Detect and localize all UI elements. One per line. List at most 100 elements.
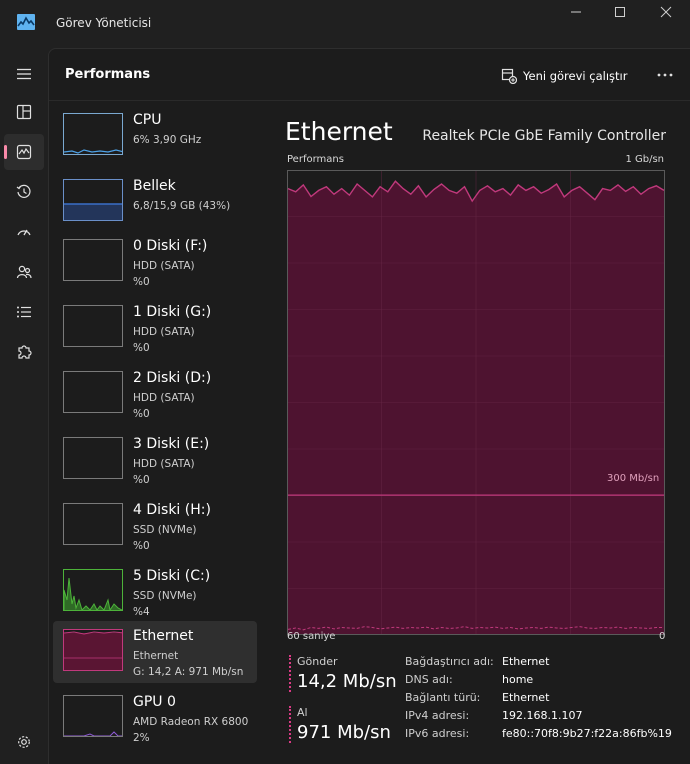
perf-item-detail: AMD Radeon RX 6800 [133,716,249,728]
graph-zero-label: 0 [659,631,666,642]
perf-item-detail: 6,8/15,9 GB (43%) [133,200,231,212]
details-list-icon [17,306,31,318]
info-row-dns: DNS adı: home [405,673,685,689]
perf-item-name: 0 Diski (F:) [133,238,208,254]
title-bar: Görev Yöneticisi [0,0,690,48]
nav-startup-apps-button[interactable] [4,214,44,250]
perf-item-name: Ethernet [133,628,194,644]
perf-item-name: Bellek [133,178,176,194]
close-icon[interactable] [654,4,678,20]
hamburger-icon [17,68,31,80]
perf-item-2[interactable]: 0 Diski (F:) HDD (SATA) %0 [53,231,257,293]
nav-performance-button[interactable] [4,134,44,170]
nav-app-history-button[interactable] [4,174,44,210]
perf-item-detail: HDD (SATA) [133,458,195,470]
perf-thumbnail [63,629,123,671]
hamburger-menu-button[interactable] [4,56,44,92]
info-row-ipv6: IPv6 adresi: fe80::70f8:9b27:f22a:86fb%19 [405,727,685,743]
perf-item-7[interactable]: 5 Diski (C:) SSD (NVMe) %4 [53,561,257,623]
info-row-adapter: Bağdaştırıcı adı: Ethernet [405,655,685,671]
puzzle-icon [18,345,32,359]
info-row-ipv4: IPv4 adresi: 192.168.1.107 [405,709,685,725]
nav-users-button[interactable] [4,254,44,290]
maximize-icon[interactable] [608,4,632,20]
more-options-icon[interactable] [653,63,677,87]
send-value: 14,2 Mb/sn [297,671,397,692]
info-key: DNS adı: [405,673,453,686]
run-new-task-label: Yeni görevi çalıştır [523,69,628,83]
perf-thumbnail [63,371,123,413]
perf-thumbnail [63,503,123,545]
info-value: fe80::70f8:9b27:f22a:86fb%19 [502,727,672,740]
perf-thumbnail [63,179,123,221]
nav-services-button[interactable] [4,334,44,370]
perf-item-detail: %0 [133,276,150,288]
perf-item-detail: %0 [133,408,150,420]
detail-title: Ethernet [285,117,393,146]
history-icon [16,184,31,198]
processes-icon [16,104,32,120]
perf-item-5[interactable]: 3 Diski (E:) HDD (SATA) %0 [53,429,257,491]
perf-item-detail: SSD (NVMe) [133,524,197,536]
perf-item-8[interactable]: Ethernet Ethernet G: 14,2 A: 971 Mb/sn [53,621,257,683]
perf-item-detail: Ethernet [133,650,179,662]
gear-icon [18,736,30,748]
navigation-rail [0,48,48,764]
nav-details-button[interactable] [4,294,44,330]
info-row-connection-type: Bağlantı türü: Ethernet [405,691,685,707]
perf-item-detail: %0 [133,342,150,354]
perf-item-detail: G: 14,2 A: 971 Mb/sn [133,666,244,678]
graph-mid-label: 300 Mb/sn [607,473,660,484]
perf-item-detail: HDD (SATA) [133,260,195,272]
receive-value: 971 Mb/sn [297,722,391,743]
perf-item-name: 3 Diski (E:) [133,436,210,452]
nav-processes-button[interactable] [4,94,44,130]
send-label: Gönder [297,655,338,668]
graph-time-label: 60 saniye [287,631,336,642]
perf-item-detail: SSD (NVMe) [133,590,197,602]
task-manager-app-icon [17,14,35,30]
info-value: Ethernet [502,655,550,668]
perf-item-name: 1 Diski (G:) [133,304,212,320]
adapter-name: Realtek PCIe GbE Family Controller [422,128,666,144]
perf-item-9[interactable]: GPU 0 AMD Radeon RX 6800 2% [53,687,257,749]
perf-item-4[interactable]: 2 Diski (D:) HDD (SATA) %0 [53,363,257,425]
main-panel: Performans Yeni görevi çalıştır CPU 6% 3,… [48,48,690,764]
perf-item-detail: 6% 3,90 GHz [133,134,202,146]
perf-thumbnail [63,239,123,281]
send-stat: Gönder 14,2 Mb/sn [289,655,397,692]
new-task-icon [501,68,517,84]
throughput-graph [287,170,665,635]
run-new-task-button[interactable]: Yeni görevi çalıştır [501,65,627,87]
perf-thumbnail [63,305,123,347]
receive-stat: Al 971 Mb/sn [289,706,391,743]
info-key: IPv4 adresi: [405,709,470,722]
window-title: Görev Yöneticisi [56,16,152,30]
perf-thumbnail [63,695,123,737]
perf-item-name: 5 Diski (C:) [133,568,211,584]
info-key: IPv6 adresi: [405,727,470,740]
perf-item-detail: HDD (SATA) [133,392,195,404]
perf-item-name: CPU [133,112,162,128]
performance-icon [16,144,32,160]
perf-item-detail: 2% [133,732,150,744]
minimize-icon[interactable] [564,4,588,20]
graph-top-left-label: Performans [287,154,344,165]
perf-item-name: GPU 0 [133,694,176,710]
perf-item-name: 2 Diski (D:) [133,370,212,386]
perf-item-detail: %0 [133,540,150,552]
perf-item-name: 4 Diski (H:) [133,502,211,518]
info-key: Bağdaştırıcı adı: [405,655,494,668]
perf-thumbnail [63,569,123,611]
perf-thumbnail [63,113,123,155]
perf-item-0[interactable]: CPU 6% 3,90 GHz [53,105,257,167]
info-value: Ethernet [502,691,550,704]
perf-item-detail: HDD (SATA) [133,326,195,338]
perf-item-3[interactable]: 1 Diski (G:) HDD (SATA) %0 [53,297,257,359]
info-value: 192.168.1.107 [502,709,583,722]
nav-settings-button[interactable] [4,724,44,760]
perf-item-1[interactable]: Bellek 6,8/15,9 GB (43%) [53,171,257,233]
page-header: Performans Yeni görevi çalıştır [49,49,690,101]
info-key: Bağlantı türü: [405,691,481,704]
perf-item-6[interactable]: 4 Diski (H:) SSD (NVMe) %0 [53,495,257,557]
